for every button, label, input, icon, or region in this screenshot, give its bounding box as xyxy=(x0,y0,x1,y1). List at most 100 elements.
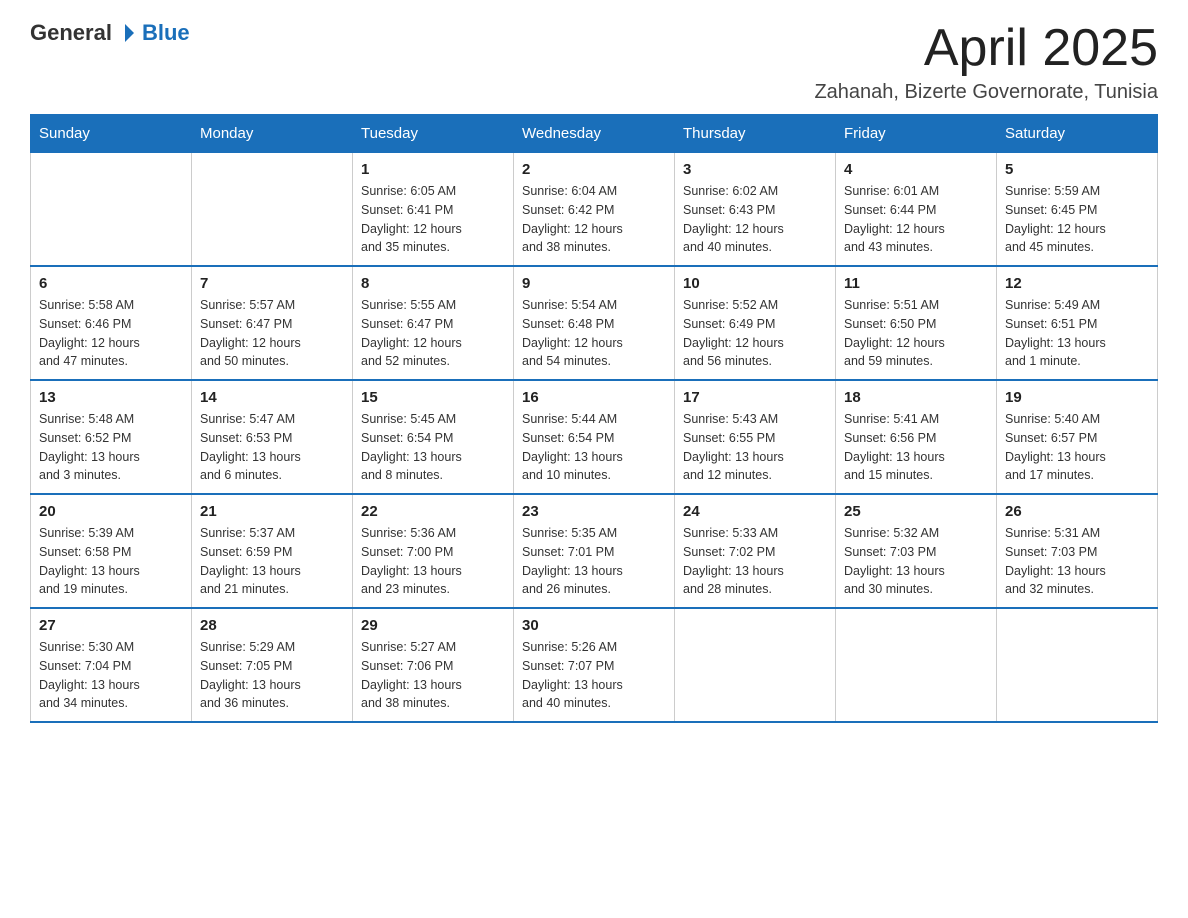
calendar-cell xyxy=(31,153,192,267)
location-title: Zahanah, Bizerte Governorate, Tunisia xyxy=(814,81,1158,104)
day-number: 15 xyxy=(361,389,505,406)
day-info: Sunrise: 5:36 AM Sunset: 7:00 PM Dayligh… xyxy=(361,524,505,599)
day-number: 6 xyxy=(39,275,183,292)
day-number: 23 xyxy=(522,503,666,520)
calendar-cell: 22 Sunrise: 5:36 AM Sunset: 7:00 PM Dayli… xyxy=(353,494,514,608)
day-number: 25 xyxy=(844,503,988,520)
calendar-cell: 26 Sunrise: 5:31 AM Sunset: 7:03 PM Dayli… xyxy=(997,494,1158,608)
day-number: 4 xyxy=(844,161,988,178)
day-info: Sunrise: 5:52 AM Sunset: 6:49 PM Dayligh… xyxy=(683,296,827,371)
calendar-cell: 25 Sunrise: 5:32 AM Sunset: 7:03 PM Dayli… xyxy=(836,494,997,608)
calendar-table: SundayMondayTuesdayWednesdayThursdayFrid… xyxy=(30,114,1158,723)
day-number: 22 xyxy=(361,503,505,520)
day-number: 30 xyxy=(522,617,666,634)
day-number: 21 xyxy=(200,503,344,520)
calendar-cell: 28Sunrise: 5:29 AM Sunset: 7:05 PM Dayli… xyxy=(192,608,353,722)
page-header: General Blue April 2025 Zahanah, Bizerte… xyxy=(30,20,1158,104)
day-info: Sunrise: 5:55 AM Sunset: 6:47 PM Dayligh… xyxy=(361,296,505,371)
day-number: 29 xyxy=(361,617,505,634)
calendar-cell: 29 Sunrise: 5:27 AM Sunset: 7:06 PM Dayli… xyxy=(353,608,514,722)
day-info: Sunrise: 5:49 AM Sunset: 6:51 PM Dayligh… xyxy=(1005,296,1149,371)
calendar-header-row: SundayMondayTuesdayWednesdayThursdayFrid… xyxy=(31,115,1158,153)
day-info: Sunrise: 5:37 AM Sunset: 6:59 PM Dayligh… xyxy=(200,524,344,599)
day-info: Sunrise: 5:27 AM Sunset: 7:06 PM Dayligh… xyxy=(361,638,505,713)
calendar-header-thursday: Thursday xyxy=(675,115,836,153)
calendar-header-wednesday: Wednesday xyxy=(514,115,675,153)
logo-general: General xyxy=(30,20,112,46)
calendar-week-row: 6 Sunrise: 5:58 AM Sunset: 6:46 PM Daylig… xyxy=(31,266,1158,380)
day-info: Sunrise: 6:02 AM Sunset: 6:43 PM Dayligh… xyxy=(683,182,827,257)
day-info: Sunrise: 5:59 AM Sunset: 6:45 PM Dayligh… xyxy=(1005,182,1149,257)
title-section: April 2025 Zahanah, Bizerte Governorate,… xyxy=(814,20,1158,104)
calendar-cell: 13 Sunrise: 5:48 AM Sunset: 6:52 PM Dayli… xyxy=(31,380,192,494)
day-info: Sunrise: 5:47 AM Sunset: 6:53 PM Dayligh… xyxy=(200,410,344,485)
calendar-cell: 9Sunrise: 5:54 AM Sunset: 6:48 PM Daylig… xyxy=(514,266,675,380)
day-info: Sunrise: 5:30 AM Sunset: 7:04 PM Dayligh… xyxy=(39,638,183,713)
day-info: Sunrise: 5:51 AM Sunset: 6:50 PM Dayligh… xyxy=(844,296,988,371)
day-number: 2 xyxy=(522,161,666,178)
day-info: Sunrise: 5:58 AM Sunset: 6:46 PM Dayligh… xyxy=(39,296,183,371)
day-number: 27 xyxy=(39,617,183,634)
calendar-week-row: 20 Sunrise: 5:39 AM Sunset: 6:58 PM Dayli… xyxy=(31,494,1158,608)
day-number: 26 xyxy=(1005,503,1149,520)
calendar-week-row: 1Sunrise: 6:05 AM Sunset: 6:41 PM Daylig… xyxy=(31,153,1158,267)
day-info: Sunrise: 5:48 AM Sunset: 6:52 PM Dayligh… xyxy=(39,410,183,485)
calendar-cell: 17Sunrise: 5:43 AM Sunset: 6:55 PM Dayli… xyxy=(675,380,836,494)
calendar-cell: 16Sunrise: 5:44 AM Sunset: 6:54 PM Dayli… xyxy=(514,380,675,494)
day-number: 19 xyxy=(1005,389,1149,406)
day-number: 3 xyxy=(683,161,827,178)
calendar-cell: 4 Sunrise: 6:01 AM Sunset: 6:44 PM Daylig… xyxy=(836,153,997,267)
logo-blue: Blue xyxy=(142,20,190,45)
day-info: Sunrise: 5:33 AM Sunset: 7:02 PM Dayligh… xyxy=(683,524,827,599)
day-info: Sunrise: 5:40 AM Sunset: 6:57 PM Dayligh… xyxy=(1005,410,1149,485)
calendar-header-tuesday: Tuesday xyxy=(353,115,514,153)
calendar-cell xyxy=(675,608,836,722)
calendar-cell: 2Sunrise: 6:04 AM Sunset: 6:42 PM Daylig… xyxy=(514,153,675,267)
calendar-cell: 8 Sunrise: 5:55 AM Sunset: 6:47 PM Daylig… xyxy=(353,266,514,380)
day-number: 17 xyxy=(683,389,827,406)
calendar-cell: 20 Sunrise: 5:39 AM Sunset: 6:58 PM Dayli… xyxy=(31,494,192,608)
day-number: 13 xyxy=(39,389,183,406)
calendar-header-friday: Friday xyxy=(836,115,997,153)
day-number: 9 xyxy=(522,275,666,292)
day-info: Sunrise: 5:26 AM Sunset: 7:07 PM Dayligh… xyxy=(522,638,666,713)
day-info: Sunrise: 5:57 AM Sunset: 6:47 PM Dayligh… xyxy=(200,296,344,371)
day-number: 18 xyxy=(844,389,988,406)
day-info: Sunrise: 5:39 AM Sunset: 6:58 PM Dayligh… xyxy=(39,524,183,599)
day-info: Sunrise: 5:31 AM Sunset: 7:03 PM Dayligh… xyxy=(1005,524,1149,599)
day-number: 10 xyxy=(683,275,827,292)
calendar-header-saturday: Saturday xyxy=(997,115,1158,153)
calendar-week-row: 27 Sunrise: 5:30 AM Sunset: 7:04 PM Dayli… xyxy=(31,608,1158,722)
logo: General Blue xyxy=(30,20,190,46)
calendar-cell xyxy=(997,608,1158,722)
calendar-cell: 6 Sunrise: 5:58 AM Sunset: 6:46 PM Daylig… xyxy=(31,266,192,380)
day-number: 28 xyxy=(200,617,344,634)
day-info: Sunrise: 5:44 AM Sunset: 6:54 PM Dayligh… xyxy=(522,410,666,485)
calendar-cell: 30 Sunrise: 5:26 AM Sunset: 7:07 PM Dayli… xyxy=(514,608,675,722)
day-number: 8 xyxy=(361,275,505,292)
calendar-cell: 3 Sunrise: 6:02 AM Sunset: 6:43 PM Daylig… xyxy=(675,153,836,267)
calendar-cell: 21 Sunrise: 5:37 AM Sunset: 6:59 PM Dayli… xyxy=(192,494,353,608)
calendar-cell: 19 Sunrise: 5:40 AM Sunset: 6:57 PM Dayli… xyxy=(997,380,1158,494)
calendar-cell: 18 Sunrise: 5:41 AM Sunset: 6:56 PM Dayli… xyxy=(836,380,997,494)
logo-flag-icon xyxy=(114,22,136,44)
day-info: Sunrise: 6:05 AM Sunset: 6:41 PM Dayligh… xyxy=(361,182,505,257)
day-info: Sunrise: 6:01 AM Sunset: 6:44 PM Dayligh… xyxy=(844,182,988,257)
day-info: Sunrise: 5:45 AM Sunset: 6:54 PM Dayligh… xyxy=(361,410,505,485)
day-number: 5 xyxy=(1005,161,1149,178)
calendar-cell: 24Sunrise: 5:33 AM Sunset: 7:02 PM Dayli… xyxy=(675,494,836,608)
calendar-cell: 7 Sunrise: 5:57 AM Sunset: 6:47 PM Daylig… xyxy=(192,266,353,380)
day-info: Sunrise: 5:32 AM Sunset: 7:03 PM Dayligh… xyxy=(844,524,988,599)
calendar-cell: 1Sunrise: 6:05 AM Sunset: 6:41 PM Daylig… xyxy=(353,153,514,267)
calendar-cell: 14Sunrise: 5:47 AM Sunset: 6:53 PM Dayli… xyxy=(192,380,353,494)
calendar-cell: 10 Sunrise: 5:52 AM Sunset: 6:49 PM Dayli… xyxy=(675,266,836,380)
day-number: 20 xyxy=(39,503,183,520)
calendar-header-sunday: Sunday xyxy=(31,115,192,153)
month-title: April 2025 xyxy=(814,20,1158,77)
day-number: 7 xyxy=(200,275,344,292)
calendar-header-monday: Monday xyxy=(192,115,353,153)
day-info: Sunrise: 5:41 AM Sunset: 6:56 PM Dayligh… xyxy=(844,410,988,485)
day-number: 11 xyxy=(844,275,988,292)
calendar-cell: 5 Sunrise: 5:59 AM Sunset: 6:45 PM Daylig… xyxy=(997,153,1158,267)
calendar-cell: 12Sunrise: 5:49 AM Sunset: 6:51 PM Dayli… xyxy=(997,266,1158,380)
